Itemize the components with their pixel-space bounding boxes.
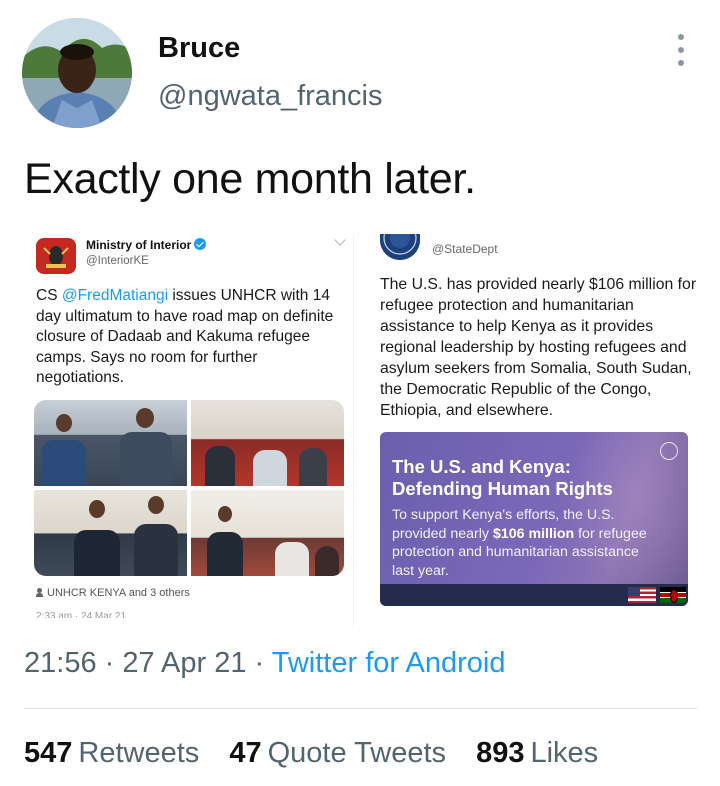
tweet-stats: 547 Retweets 47 Quote Tweets 893 Likes: [24, 737, 620, 770]
ministry-logo: [36, 238, 76, 274]
us-flag-icon: [628, 587, 656, 603]
statedept-handle: @StateDept: [432, 242, 498, 256]
avatar-image: [22, 18, 132, 128]
statedept-tweet-text: The U.S. has provided nearly $106 millio…: [380, 276, 697, 419]
ministry-tweet-text: CS @FredMatiangi issues UNHCR with 14 da…: [36, 287, 334, 386]
seal-icon: [660, 442, 678, 460]
user-handle[interactable]: @ngwata_francis: [158, 80, 383, 113]
verified-icon: [194, 238, 207, 250]
graphic-title: The U.S. and Kenya: Defending Human Righ…: [392, 456, 613, 499]
source-link[interactable]: Twitter for Android: [272, 647, 506, 679]
graphic-footer: [380, 584, 688, 606]
more-vertical-icon[interactable]: [674, 34, 688, 66]
kenya-flag-icon: [660, 587, 686, 603]
meeting-photo-1[interactable]: [34, 400, 187, 486]
statedept-graphic[interactable]: The U.S. and Kenya: Defending Human Righ…: [380, 432, 688, 606]
ministry-handle: @InteriorKE: [86, 255, 149, 267]
quoted-tweet-ministry[interactable]: Ministry of Interior @InteriorKE CS @Fre…: [24, 234, 354, 626]
ministry-tweet-date: 2:33 am · 24 Mar 21: [36, 612, 127, 618]
avatar[interactable]: [22, 18, 132, 128]
mention-link[interactable]: @FredMatiangi: [62, 287, 168, 304]
tagged-users[interactable]: UNHCR KENYA and 3 others: [36, 587, 190, 599]
graphic-body: To support Kenya's efforts, the U.S. pro…: [392, 507, 647, 579]
person-icon: [36, 588, 43, 597]
photo-grid[interactable]: [34, 400, 344, 576]
statedept-seal-icon: [380, 234, 420, 260]
tweet-timestamp: 21:56 · 27 Apr 21 · Twitter for Android: [24, 647, 506, 679]
quote-tweets-stat[interactable]: 47 Quote Tweets: [229, 737, 446, 769]
likes-stat[interactable]: 893 Likes: [476, 737, 598, 769]
user-name[interactable]: Bruce: [158, 32, 240, 65]
meeting-photo-2[interactable]: [191, 400, 344, 486]
tweet-text: Exactly one month later.: [24, 155, 476, 203]
meeting-photo-3[interactable]: [34, 490, 187, 576]
divider: [24, 708, 698, 709]
ministry-name: Ministry of Interior: [86, 238, 207, 252]
retweets-stat[interactable]: 547 Retweets: [24, 737, 199, 769]
meeting-photo-4[interactable]: [191, 490, 344, 576]
quoted-tweet-statedept[interactable]: @StateDept The U.S. has provided nearly …: [370, 234, 700, 626]
chevron-down-icon: [334, 234, 346, 246]
